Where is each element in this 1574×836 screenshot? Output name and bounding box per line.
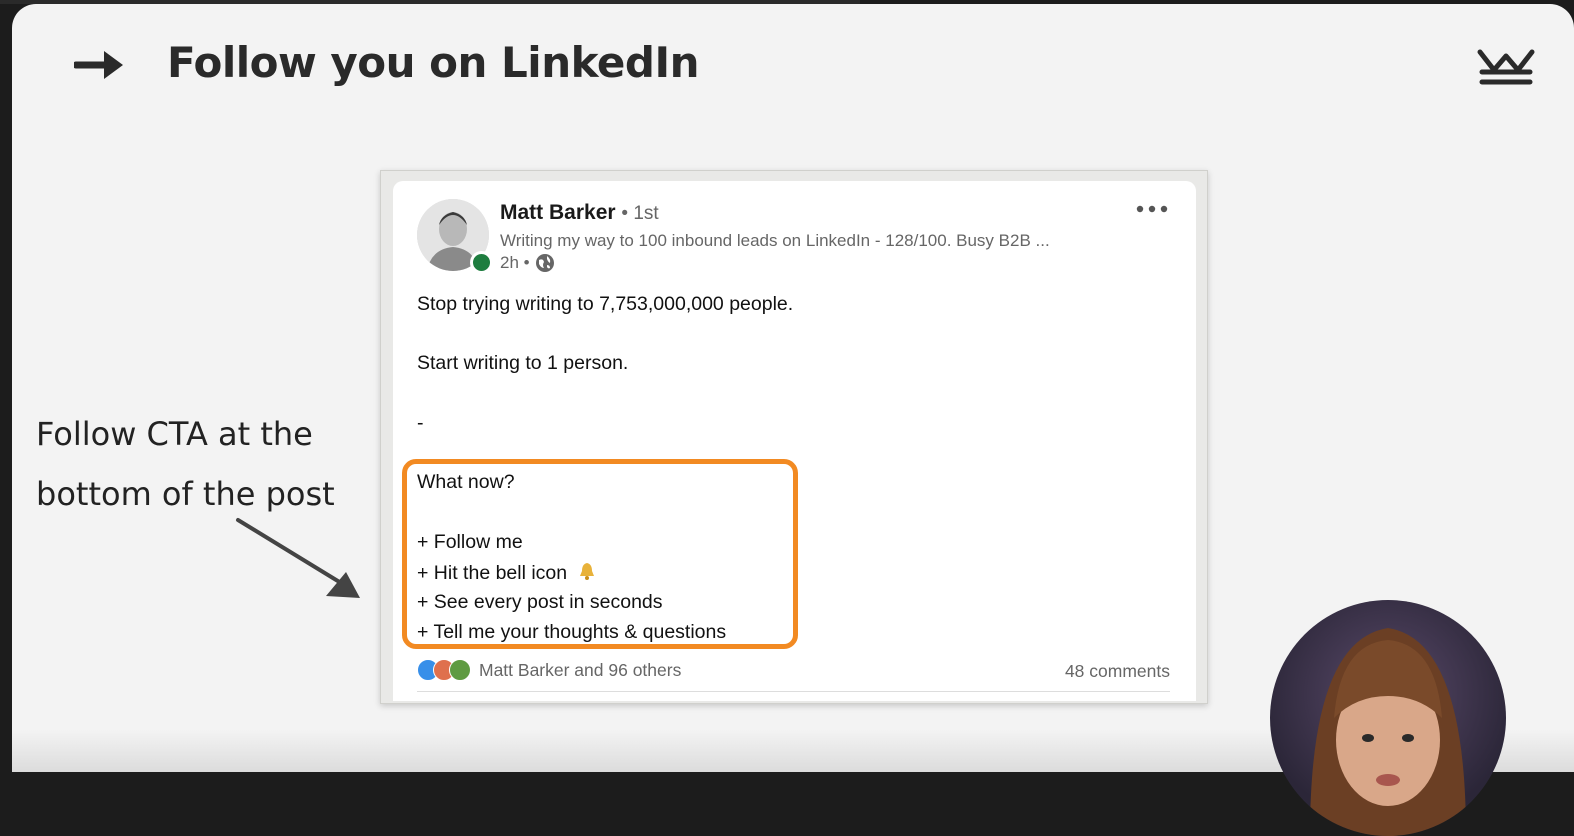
post-line: + Follow me: [417, 531, 523, 553]
arrow-right-icon: [74, 51, 123, 79]
author-headline: Writing my way to 100 inbound leads on L…: [500, 231, 1050, 250]
linkedin-post-card: Matt Barker • 1st Writing my way to 100 …: [393, 181, 1196, 701]
comments-count[interactable]: 48 comments: [1065, 661, 1170, 682]
online-status-indicator: [470, 251, 493, 274]
globe-icon: [535, 254, 554, 272]
pointer-arrow-icon: [236, 518, 360, 598]
card-divider: [417, 691, 1170, 692]
author-name[interactable]: Matt Barker: [500, 201, 616, 224]
post-line: Start writing to 1 person.: [417, 352, 629, 374]
post-line: Stop trying writing to 7,753,000,000 peo…: [417, 293, 794, 315]
post-time: 2h •: [500, 253, 530, 272]
post-line-bell: + Hit the bell icon: [417, 561, 597, 585]
reactions-summary[interactable]: Matt Barker and 96 others: [417, 659, 681, 681]
more-options-icon[interactable]: [1135, 203, 1169, 215]
linkedin-post-screenshot: Matt Barker • 1st Writing my way to 100 …: [380, 170, 1208, 704]
post-line: + See every post in seconds: [417, 591, 663, 613]
post-meta: 2h •: [500, 253, 555, 273]
slide-title: Follow you on LinkedIn: [167, 38, 700, 87]
support-reaction-icon: [449, 659, 471, 681]
post-line: + Hit the bell icon: [417, 562, 568, 584]
bell-icon: [579, 563, 594, 580]
presenter-webcam: [1270, 600, 1506, 836]
post-line: -: [417, 412, 424, 434]
crown-logo-icon: [1477, 49, 1535, 85]
annotation-line-2: bottom of the post: [36, 475, 335, 513]
post-line: What now?: [417, 471, 515, 493]
post-line: + Tell me your thoughts & questions: [417, 621, 727, 643]
reactions-text: Matt Barker and 96 others: [479, 659, 682, 680]
annotation-line-1: Follow CTA at the: [36, 415, 313, 453]
author-line: Matt Barker • 1st: [500, 201, 659, 225]
annotation-text: Follow CTA at the bottom of the post: [36, 404, 335, 524]
presenter-portrait-icon: [1310, 628, 1466, 836]
connection-degree: • 1st: [621, 203, 659, 224]
